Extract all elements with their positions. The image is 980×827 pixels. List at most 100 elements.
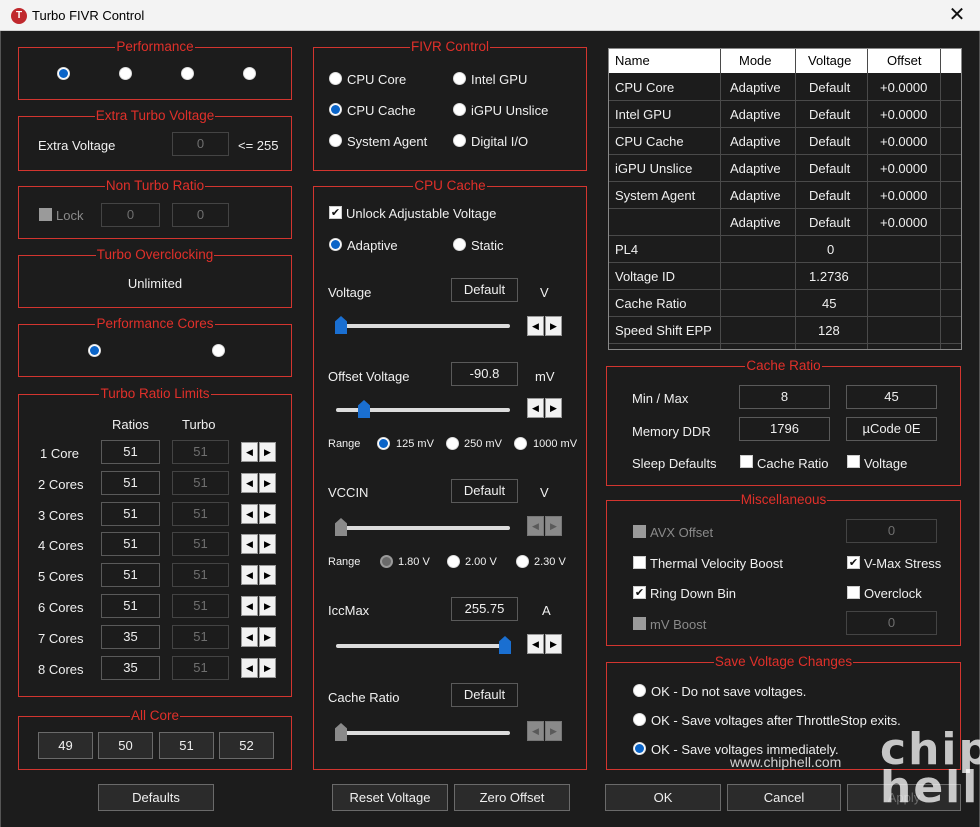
spin-right-icon[interactable]: ▶: [545, 398, 562, 418]
unlock-voltage-checkbox[interactable]: ✔: [329, 206, 342, 219]
table-row[interactable]: Intel GPU Adaptive Default +0.0000: [609, 101, 961, 128]
cache-max-input[interactable]: 45: [846, 385, 937, 409]
spin-left-icon[interactable]: ◀: [241, 596, 258, 616]
spin-left-icon[interactable]: ◀: [241, 565, 258, 585]
spin-left-icon[interactable]: ◀: [241, 442, 258, 462]
ratio-spinner[interactable]: ◀ ▶: [241, 565, 277, 585]
turbo-input[interactable]: 51: [172, 502, 229, 526]
fivr-radio-cpu-core[interactable]: [329, 72, 342, 85]
col-offset-header[interactable]: Offset: [887, 49, 921, 73]
lock-checkbox[interactable]: [39, 208, 52, 221]
turbo-input[interactable]: 51: [172, 625, 229, 649]
reset-voltage-button[interactable]: Reset Voltage: [332, 784, 448, 811]
spin-left-icon[interactable]: ◀: [241, 627, 258, 647]
vmax-stress-checkbox[interactable]: ✔: [847, 556, 860, 569]
spin-right-icon[interactable]: ▶: [259, 565, 276, 585]
table-row[interactable]: CPU Cache Adaptive Default +0.0000: [609, 128, 961, 155]
ring-down-bin-checkbox[interactable]: ✔: [633, 586, 646, 599]
range-125-radio[interactable]: [377, 437, 390, 450]
ratio-input[interactable]: 51: [101, 563, 160, 587]
spin-right-icon[interactable]: ▶: [545, 316, 562, 336]
col-name-header[interactable]: Name: [615, 49, 650, 73]
ratio-input[interactable]: 51: [101, 440, 160, 464]
offset-spinner[interactable]: ◀ ▶: [527, 398, 563, 418]
cache-ratio-slider-track[interactable]: [336, 731, 510, 735]
fivr-radio-igpu-unslice[interactable]: [453, 103, 466, 116]
ok-button[interactable]: OK: [605, 784, 721, 811]
voltage-slider-thumb[interactable]: [335, 316, 347, 334]
all-core-button-50[interactable]: 50: [98, 732, 153, 759]
ratio-spinner[interactable]: ◀ ▶: [241, 473, 277, 493]
spin-right-icon[interactable]: ▶: [259, 658, 276, 678]
fivr-radio-digital-io[interactable]: [453, 134, 466, 147]
mode-adaptive-radio[interactable]: [329, 238, 342, 251]
table-row[interactable]: CPU Core Adaptive Default +0.0000: [609, 74, 961, 101]
ratio-input[interactable]: 51: [101, 502, 160, 526]
vccin-range-200-radio[interactable]: [447, 555, 460, 568]
spin-right-icon[interactable]: ▶: [259, 534, 276, 554]
spin-left-icon[interactable]: ◀: [527, 316, 544, 336]
perf-cores-radio-2[interactable]: [212, 344, 225, 357]
all-core-button-51[interactable]: 51: [159, 732, 214, 759]
turbo-input[interactable]: 51: [172, 440, 229, 464]
sleep-cache-ratio-checkbox[interactable]: [740, 455, 753, 468]
spin-left-icon[interactable]: ◀: [527, 721, 544, 741]
voltage-slider-track[interactable]: [336, 324, 510, 328]
mv-boost-input[interactable]: 0: [846, 611, 937, 635]
turbo-input[interactable]: 51: [172, 532, 229, 556]
close-button[interactable]: ✕: [942, 3, 972, 28]
voltage-spinner[interactable]: ◀ ▶: [527, 316, 563, 336]
ratio-input[interactable]: 35: [101, 625, 160, 649]
iccmax-slider-track[interactable]: [336, 644, 510, 648]
cache-ratio-slider-thumb[interactable]: [335, 723, 347, 741]
tvb-checkbox[interactable]: [633, 556, 646, 569]
ratio-spinner[interactable]: ◀ ▶: [241, 596, 277, 616]
mv-boost-checkbox[interactable]: [633, 617, 646, 630]
cache-ratio-input[interactable]: Default: [451, 683, 518, 707]
spin-left-icon[interactable]: ◀: [241, 658, 258, 678]
spin-left-icon[interactable]: ◀: [527, 634, 544, 654]
offset-voltage-input[interactable]: -90.8: [451, 362, 518, 386]
spin-right-icon[interactable]: ▶: [259, 627, 276, 647]
table-row[interactable]: Adaptive Default +0.0000: [609, 209, 961, 236]
vccin-spinner[interactable]: ◀ ▶: [527, 516, 563, 536]
range-250-radio[interactable]: [446, 437, 459, 450]
performance-radio-4[interactable]: [243, 67, 256, 80]
turbo-input[interactable]: 51: [172, 656, 229, 680]
spin-right-icon[interactable]: ▶: [259, 473, 276, 493]
vccin-range-230-radio[interactable]: [516, 555, 529, 568]
fivr-radio-system-agent[interactable]: [329, 134, 342, 147]
performance-radio-3[interactable]: [181, 67, 194, 80]
fivr-radio-intel-gpu[interactable]: [453, 72, 466, 85]
vccin-range-180-radio[interactable]: [380, 555, 393, 568]
spin-right-icon[interactable]: ▶: [259, 596, 276, 616]
spin-right-icon[interactable]: ▶: [545, 634, 562, 654]
turbo-input[interactable]: 51: [172, 471, 229, 495]
vccin-slider-thumb[interactable]: [335, 518, 347, 536]
cache-ratio-spinner[interactable]: ◀ ▶: [527, 721, 563, 741]
offset-slider-thumb[interactable]: [358, 400, 370, 418]
performance-radio-1[interactable]: [57, 67, 70, 80]
save-option-3-radio[interactable]: [633, 742, 646, 755]
avx-offset-input[interactable]: 0: [846, 519, 937, 543]
spin-right-icon[interactable]: ▶: [259, 442, 276, 462]
defaults-button[interactable]: Defaults: [98, 784, 214, 811]
table-row[interactable]: Speed Shift EPP 128: [609, 317, 961, 344]
save-option-1-radio[interactable]: [633, 684, 646, 697]
turbo-input[interactable]: 51: [172, 563, 229, 587]
vccin-slider-track[interactable]: [336, 526, 510, 530]
table-row[interactable]: PL4 0: [609, 236, 961, 263]
table-row[interactable]: Voltage ID 1.2736: [609, 263, 961, 290]
voltage-input[interactable]: Default: [451, 278, 518, 302]
iccmax-spinner[interactable]: ◀ ▶: [527, 634, 563, 654]
spin-right-icon[interactable]: ▶: [545, 516, 562, 536]
ratio-spinner[interactable]: ◀ ▶: [241, 658, 277, 678]
performance-radio-2[interactable]: [119, 67, 132, 80]
ratio-input[interactable]: 51: [101, 594, 160, 618]
spin-right-icon[interactable]: ▶: [545, 721, 562, 741]
vccin-input[interactable]: Default: [451, 479, 518, 503]
ratio-input[interactable]: 51: [101, 532, 160, 556]
fivr-radio-cpu-cache[interactable]: [329, 103, 342, 116]
zero-offset-button[interactable]: Zero Offset: [454, 784, 570, 811]
save-option-2-radio[interactable]: [633, 713, 646, 726]
